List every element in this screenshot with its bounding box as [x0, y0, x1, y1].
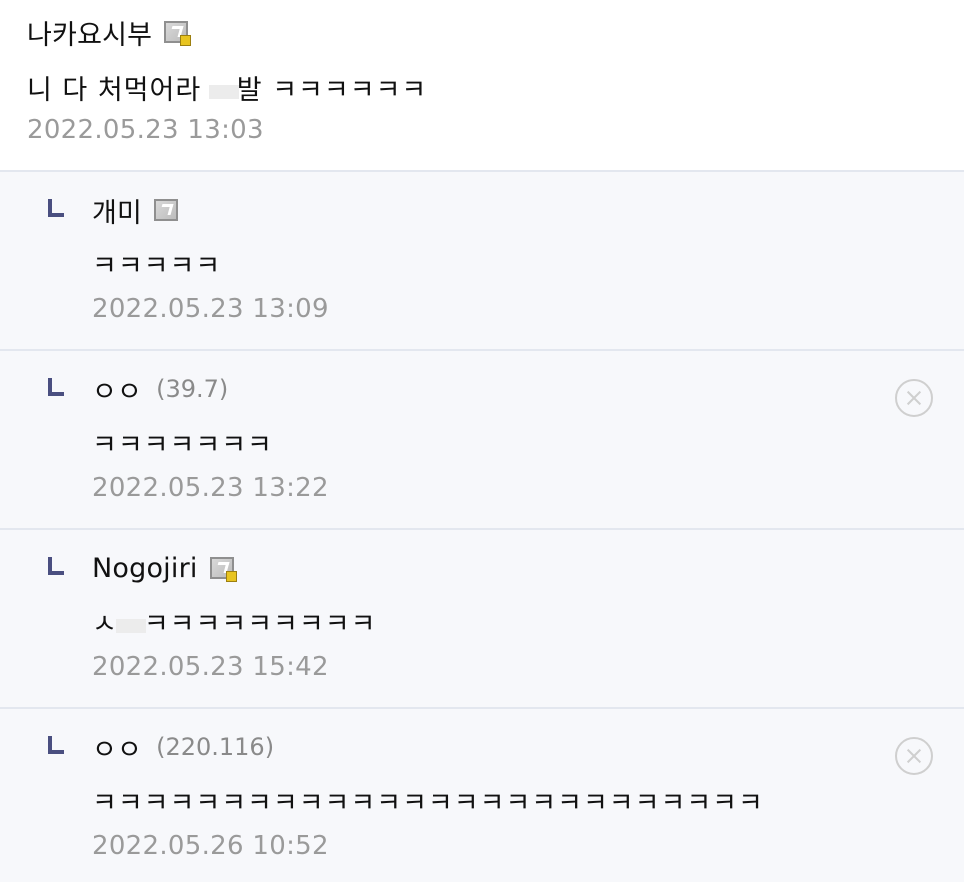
reply-comment: Nogojiri ㅅㅂㅋㅋㅋㅋㅋㅋㅋㅋㅋ 2022.05.23 15:42	[0, 530, 964, 709]
comment-text: 니 다 처먹어라 씨발 ㅋㅋㅋㅋㅋㅋ	[27, 68, 427, 107]
reply-ip: (220.116)	[156, 733, 275, 761]
reply-author[interactable]: 개미	[92, 191, 142, 230]
reply-comment: ㅇㅇ (39.7) ㅋㅋㅋㅋㅋㅋㅋ 2022.05.23 13:22	[0, 351, 964, 530]
comment-text-part: 니 다 처먹어라	[27, 75, 211, 106]
reply-arrow-icon	[48, 557, 64, 575]
reply-date: 2022.05.23 15:42	[92, 652, 329, 682]
comment-thread: 나카요시부 니 다 처먹어라 씨발 ㅋㅋㅋㅋㅋㅋ 2022.05.23 13:0…	[0, 0, 964, 882]
reply-ip: (39.7)	[156, 375, 229, 403]
delete-circle-x-icon[interactable]	[895, 379, 933, 417]
reply-arrow-icon	[48, 199, 64, 217]
reply-date: 2022.05.23 13:09	[92, 294, 329, 324]
reply-arrow-icon	[48, 378, 64, 396]
reply-text: ㅋㅋㅋㅋㅋㅋㅋㅋㅋㅋㅋㅋㅋㅋㅋㅋㅋㅋㅋㅋㅋㅋㅋㅋㅋㅋ	[92, 788, 764, 819]
reply-comment: ㅇㅇ (220.116) ㅋㅋㅋㅋㅋㅋㅋㅋㅋㅋㅋㅋㅋㅋㅋㅋㅋㅋㅋㅋㅋㅋㅋㅋㅋㅋ …	[0, 709, 964, 882]
censored-word-overlay: ㅂ	[115, 618, 146, 633]
reply-text: ㅋㅋㅋㅋㅋ	[92, 251, 222, 282]
reply-date: 2022.05.23 13:22	[92, 473, 329, 503]
comment-text-part: 발 ㅋㅋㅋㅋㅋㅋ	[236, 75, 428, 106]
reply-author-line: Nogojiri	[92, 550, 237, 586]
comment-author[interactable]: 나카요시부	[27, 13, 152, 52]
reply-author[interactable]: ㅇㅇ	[92, 370, 142, 409]
delete-circle-x-icon[interactable]	[895, 737, 933, 775]
comment: 나카요시부 니 다 처먹어라 씨발 ㅋㅋㅋㅋㅋㅋ 2022.05.23 13:0…	[0, 0, 964, 172]
censored-word-overlay: 씨	[208, 84, 239, 99]
reply-author-line: ㅇㅇ (39.7)	[92, 370, 229, 409]
reply-author[interactable]: ㅇㅇ	[92, 728, 142, 767]
reply-comment: 개미 ㅋㅋㅋㅋㅋ 2022.05.23 13:09	[0, 172, 964, 351]
reply-date: 2022.05.26 10:52	[92, 831, 329, 861]
reply-text: ㅅㅂㅋㅋㅋㅋㅋㅋㅋㅋㅋ	[92, 602, 376, 641]
fixed-nick-icon	[209, 557, 237, 582]
reply-arrow-icon	[48, 736, 64, 754]
comment-date: 2022.05.23 13:03	[27, 115, 264, 145]
reply-text-part: ㅋㅋㅋㅋㅋㅋㅋㅋㅋ	[143, 609, 377, 640]
reply-author[interactable]: Nogojiri	[92, 553, 198, 584]
fixed-nick-icon	[164, 21, 192, 46]
reply-author-line: 개미	[92, 191, 179, 230]
comment-author-line: 나카요시부	[27, 13, 192, 52]
reply-text: ㅋㅋㅋㅋㅋㅋㅋ	[92, 430, 273, 461]
reply-author-line: ㅇㅇ (220.116)	[92, 728, 275, 767]
reply-text-part: ㅅ	[92, 609, 118, 640]
semi-fixed-nick-icon	[154, 199, 179, 221]
